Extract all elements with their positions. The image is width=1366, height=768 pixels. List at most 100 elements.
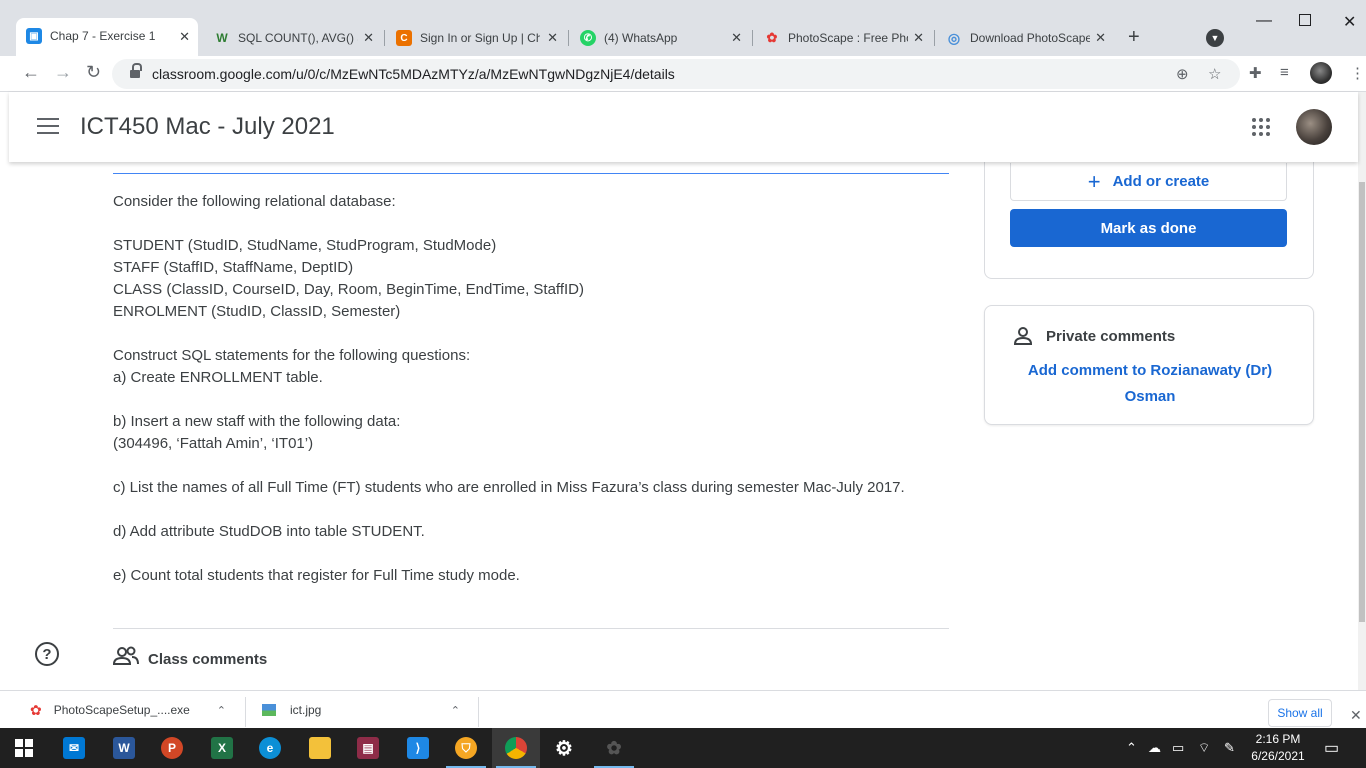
tab-photoscape[interactable]: ✿ PhotoScape : Free Pho ✕	[754, 24, 932, 52]
tab-separator	[384, 30, 385, 46]
reload-icon[interactable]: ↻	[86, 62, 101, 83]
profile-avatar[interactable]	[1310, 62, 1332, 84]
add-or-create-label: Add or create	[1112, 173, 1210, 190]
people-icon	[113, 646, 139, 665]
pen-icon[interactable]: ✎	[1224, 740, 1235, 756]
left-margin	[0, 92, 9, 690]
tab-separator	[568, 30, 569, 46]
chevron-up-icon[interactable]: ⌃	[217, 704, 226, 717]
hamburger-menu-icon[interactable]	[37, 118, 59, 134]
tab-whatsapp[interactable]: ✆ (4) WhatsApp ✕	[570, 24, 750, 52]
divider	[245, 697, 246, 727]
add-or-create-button[interactable]: + Add or create	[1010, 163, 1287, 201]
system-clock[interactable]: 2:16 PM 6/26/2021	[1248, 731, 1308, 765]
tab-download-photoscape[interactable]: ◎ Download PhotoScape ✕	[936, 24, 1114, 52]
taskbar-mail[interactable]: ✉	[50, 728, 98, 768]
taskbar-chrome[interactable]	[492, 728, 540, 768]
close-download-bar-icon[interactable]: ✕	[1350, 707, 1362, 724]
new-tab-button[interactable]: +	[1128, 26, 1140, 49]
assignment-description: Consider the following relational databa…	[113, 191, 949, 587]
wifi-icon[interactable]: ⌔	[1198, 740, 1210, 756]
scrollbar-thumb[interactable]	[1359, 182, 1365, 622]
tab-sql-count[interactable]: W SQL COUNT(), AVG() a ✕	[204, 24, 382, 52]
lock-icon[interactable]	[130, 63, 142, 79]
globe-icon: ◎	[947, 29, 961, 46]
windows-logo-icon	[15, 739, 33, 757]
show-hidden-icons-icon[interactable]: ⌃	[1126, 740, 1137, 756]
description-line: Construct SQL statements for the followi…	[113, 347, 471, 364]
chevron-up-icon[interactable]: ⌃	[451, 704, 460, 717]
word-icon: W	[113, 737, 135, 759]
taskbar-brave[interactable]: ⛉	[442, 728, 490, 768]
taskbar-vscode[interactable]: ⟩	[394, 728, 442, 768]
private-comments-card: Private comments Add comment to Rozianaw…	[984, 305, 1314, 425]
clock-date: 6/26/2021	[1251, 749, 1305, 763]
description-blank-line	[113, 543, 949, 565]
divider	[113, 628, 949, 629]
whatsapp-icon: ✆	[580, 30, 596, 46]
mail-icon: ✉	[63, 737, 85, 759]
notifications-icon[interactable]: ▭	[1324, 738, 1339, 758]
tab-title: Download PhotoScape	[970, 31, 1090, 45]
taskbar-file-explorer[interactable]	[296, 728, 344, 768]
taskbar-edge[interactable]: e	[246, 728, 294, 768]
start-button[interactable]	[0, 728, 48, 768]
photoscape-icon: ✿	[606, 737, 622, 758]
maximize-icon[interactable]	[1299, 14, 1311, 26]
download-item[interactable]: ✿ PhotoScapeSetup_....exe ⌃	[30, 691, 240, 729]
powerpoint-icon: P	[161, 737, 183, 759]
tab-title: PhotoScape : Free Pho	[788, 31, 908, 45]
close-tab-icon[interactable]: ✕	[913, 30, 924, 46]
minimize-icon[interactable]: —	[1256, 12, 1272, 30]
onedrive-icon[interactable]: ☁	[1148, 740, 1161, 756]
tab-search-icon[interactable]: ▼	[1206, 29, 1224, 47]
taskbar-powerpoint[interactable]: P	[148, 728, 196, 768]
close-tab-icon[interactable]: ✕	[363, 30, 374, 46]
account-avatar[interactable]	[1296, 109, 1332, 145]
tab-classroom[interactable]: ▣ Chap 7 - Exercise 1 ✕	[16, 18, 198, 56]
battery-icon[interactable]: ▭	[1172, 740, 1184, 756]
taskbar-photoscape[interactable]: ✿	[590, 728, 638, 768]
forward-arrow-icon[interactable]: →	[54, 62, 72, 83]
description-line: STUDENT (StudID, StudName, StudProgram, …	[113, 237, 497, 254]
bookmark-star-icon[interactable]: ☆	[1208, 65, 1221, 83]
zoom-icon[interactable]: ⊕	[1176, 65, 1189, 83]
google-apps-icon[interactable]	[1252, 118, 1270, 136]
w3resource-icon: W	[216, 31, 228, 45]
window-close-icon[interactable]: ✕	[1343, 12, 1356, 32]
download-item[interactable]: ict.jpg ⌃	[262, 691, 474, 729]
mark-as-done-button[interactable]: Mark as done	[1010, 209, 1287, 247]
plus-icon: +	[1087, 168, 1101, 194]
vertical-scrollbar[interactable]	[1358, 92, 1366, 690]
reading-list-icon[interactable]: ≡	[1280, 64, 1289, 81]
description-line: c) List the names of all Full Time (FT) …	[113, 479, 905, 496]
add-private-comment-link[interactable]: Add comment to Rozianawaty (Dr) Osman	[1015, 358, 1285, 410]
class-comments-label[interactable]: Class comments	[148, 651, 267, 668]
back-arrow-icon[interactable]: ←	[22, 62, 40, 83]
your-work-card: + Add or create Mark as done	[984, 162, 1314, 279]
close-tab-icon[interactable]: ✕	[547, 30, 558, 46]
show-all-downloads-button[interactable]: Show all	[1268, 699, 1332, 727]
taskbar-word[interactable]: W	[100, 728, 148, 768]
close-tab-icon[interactable]: ✕	[179, 29, 190, 45]
description-blank-line	[113, 499, 949, 521]
help-icon[interactable]: ?	[35, 642, 59, 666]
taskbar-settings[interactable]: ⚙	[540, 728, 588, 768]
taskbar-excel[interactable]: X	[198, 728, 246, 768]
description-line: a) Create ENROLLMENT table.	[113, 369, 323, 386]
download-bar: ✿ PhotoScapeSetup_....exe ⌃ ict.jpg ⌃ Sh…	[0, 690, 1366, 728]
assignment-details: Consider the following relational databa…	[9, 162, 1358, 690]
address-bar[interactable]: classroom.google.com/u/0/c/MzEwNTc5MDAzM…	[112, 59, 1240, 89]
url-text[interactable]: classroom.google.com/u/0/c/MzEwNTc5MDAzM…	[152, 66, 675, 82]
tab-title: Sign In or Sign Up | Ch	[420, 31, 540, 45]
close-tab-icon[interactable]: ✕	[731, 30, 742, 46]
description-line: STAFF (StaffID, StaffName, DeptID)	[113, 259, 354, 276]
taskbar-winrar[interactable]: ▤	[344, 728, 392, 768]
page-title[interactable]: ICT450 Mac - July 2021	[80, 113, 335, 141]
chrome-menu-icon[interactable]: ⋮	[1350, 64, 1365, 82]
tab-chegg[interactable]: C Sign In or Sign Up | Ch ✕	[386, 24, 566, 52]
extensions-icon[interactable]: ✚	[1249, 64, 1262, 82]
browser-shield-icon: ⛉	[455, 737, 477, 759]
description-blank-line	[113, 213, 949, 235]
close-tab-icon[interactable]: ✕	[1095, 30, 1106, 46]
